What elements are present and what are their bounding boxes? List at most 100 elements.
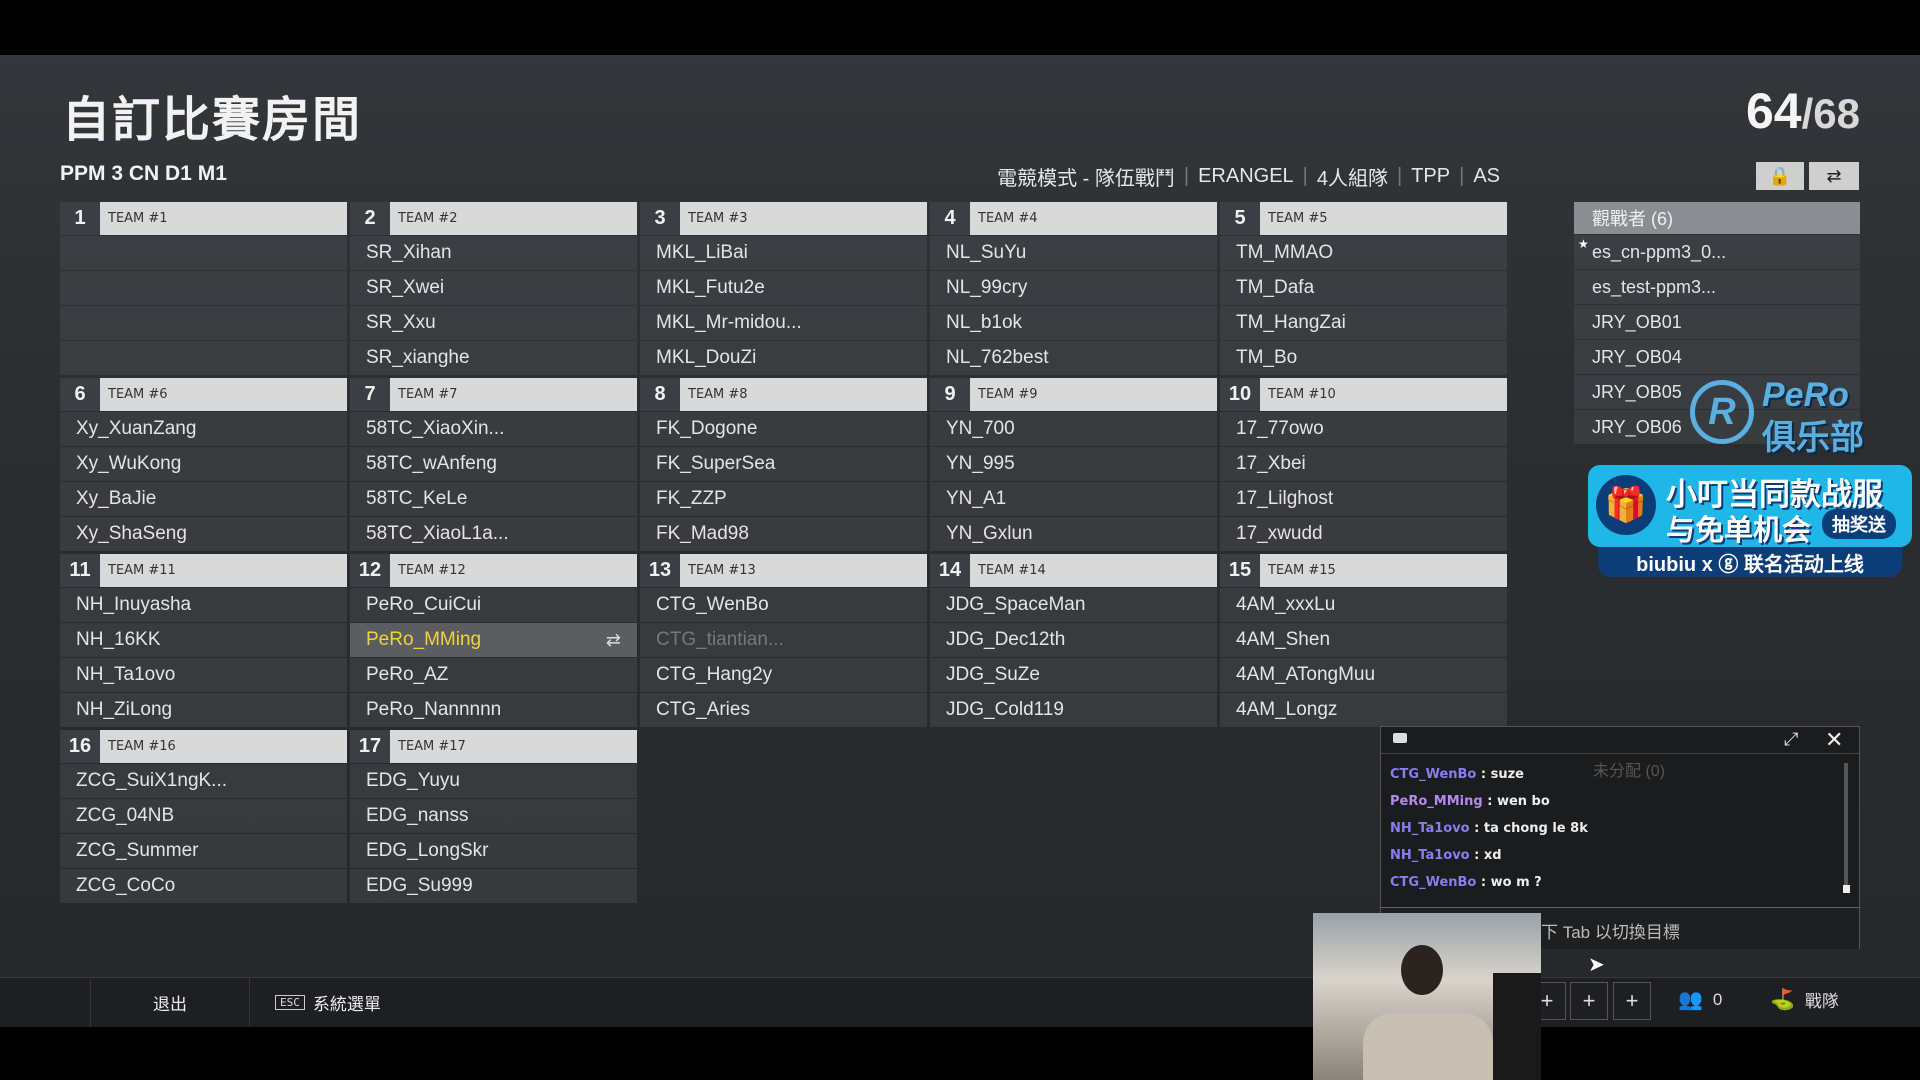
player-slot[interactable]: TM_HangZai — [1220, 306, 1507, 340]
player-slot[interactable]: JDG_SuZe — [930, 658, 1217, 692]
player-slot[interactable]: YN_A1 — [930, 482, 1217, 516]
player-slot[interactable]: 4AM_Longz — [1220, 693, 1507, 727]
team-header[interactable]: 13 TEAM #13 — [640, 554, 927, 587]
player-slot[interactable]: FK_SuperSea — [640, 447, 927, 481]
player-slot[interactable]: ZCG_Summer — [60, 834, 347, 868]
player-slot[interactable]: MKL_DouZi — [640, 341, 927, 375]
player-slot[interactable]: FK_ZZP — [640, 482, 927, 516]
player-slot[interactable]: JDG_SpaceMan — [930, 588, 1217, 622]
player-slot[interactable]: SR_xianghe — [350, 341, 637, 375]
player-slot[interactable]: 58TC_XiaoL1a... — [350, 517, 637, 551]
team-header[interactable]: 8 TEAM #8 — [640, 378, 927, 411]
player-slot[interactable]: Xy_BaJie — [60, 482, 347, 516]
player-slot[interactable]: TM_MMAO — [1220, 236, 1507, 270]
player-slot[interactable]: 17_77owo — [1220, 412, 1507, 446]
exit-button[interactable]: 退出 — [90, 977, 250, 1027]
player-slot[interactable]: CTG_Hang2y — [640, 658, 927, 692]
squad-button[interactable]: ⛳ 戰隊 — [1770, 987, 1839, 1012]
player-slot[interactable]: MKL_Futu2e — [640, 271, 927, 305]
player-slot[interactable]: Xy_XuanZang — [60, 412, 347, 446]
team-header[interactable]: 5 TEAM #5 — [1220, 202, 1507, 235]
player-slot[interactable]: 4AM_Shen — [1220, 623, 1507, 657]
spectator-header[interactable]: 觀戰者 (6) — [1574, 202, 1860, 234]
player-slot[interactable]: CTG_WenBo — [640, 588, 927, 622]
player-slot[interactable]: FK_Mad98 — [640, 517, 927, 551]
player-slot[interactable]: NH_Ta1ovo — [60, 658, 347, 692]
player-slot[interactable]: ZCG_CoCo — [60, 869, 347, 903]
player-slot[interactable]: MKL_LiBai — [640, 236, 927, 270]
player-slot[interactable]: NH_16KK — [60, 623, 347, 657]
team-header[interactable]: 3 TEAM #3 — [640, 202, 927, 235]
player-slot[interactable]: JDG_Dec12th — [930, 623, 1217, 657]
player-slot[interactable]: PeRo_MMing ⇄ — [350, 623, 637, 657]
swap-icon[interactable]: ⇄ — [606, 630, 621, 651]
player-slot[interactable]: NL_SuYu — [930, 236, 1217, 270]
player-slot[interactable]: Xy_WuKong — [60, 447, 347, 481]
player-slot[interactable]: Xy_ShaSeng — [60, 517, 347, 551]
player-slot[interactable]: EDG_Su999 — [350, 869, 637, 903]
player-slot[interactable]: CTG_tiantian... — [640, 623, 927, 657]
team-header[interactable]: 11 TEAM #11 — [60, 554, 347, 587]
player-slot[interactable]: NH_ZiLong — [60, 693, 347, 727]
player-slot[interactable]: PeRo_CuiCui — [350, 588, 637, 622]
invite-slot-button[interactable]: + — [1613, 982, 1651, 1020]
player-slot[interactable]: SR_Xxu — [350, 306, 637, 340]
player-slot[interactable]: 17_xwudd — [1220, 517, 1507, 551]
player-slot[interactable]: 58TC_KeLe — [350, 482, 637, 516]
player-slot[interactable]: NL_b1ok — [930, 306, 1217, 340]
spectator-row[interactable]: JRY_OB04 — [1574, 340, 1860, 374]
player-slot[interactable] — [60, 306, 347, 340]
player-slot[interactable]: 17_Lilghost — [1220, 482, 1507, 516]
player-slot[interactable]: ZCG_SuiX1ngK... — [60, 764, 347, 798]
player-slot[interactable]: TM_Dafa — [1220, 271, 1507, 305]
team-header[interactable]: 7 TEAM #7 — [350, 378, 637, 411]
player-slot[interactable]: FK_Dogone — [640, 412, 927, 446]
team-header[interactable]: 16 TEAM #16 — [60, 730, 347, 763]
player-slot[interactable]: 58TC_wAnfeng — [350, 447, 637, 481]
player-slot[interactable]: MKL_Mr-midou... — [640, 306, 927, 340]
player-slot[interactable]: YN_700 — [930, 412, 1217, 446]
spectator-row[interactable]: es_test-ppm3... — [1574, 270, 1860, 304]
player-slot[interactable]: 58TC_XiaoXin... — [350, 412, 637, 446]
close-icon[interactable]: ✕ — [1825, 727, 1843, 753]
system-menu-button[interactable]: ESC 系統選單 — [275, 977, 415, 1027]
spectator-row[interactable]: JRY_OB01 — [1574, 305, 1860, 339]
team-header[interactable]: 6 TEAM #6 — [60, 378, 347, 411]
player-slot[interactable]: TM_Bo — [1220, 341, 1507, 375]
player-slot[interactable]: 4AM_ATongMuu — [1220, 658, 1507, 692]
player-slot[interactable]: EDG_Yuyu — [350, 764, 637, 798]
chat-scroll-thumb[interactable] — [1843, 885, 1850, 893]
player-slot[interactable]: NL_762best — [930, 341, 1217, 375]
player-slot[interactable]: ZCG_04NB — [60, 799, 347, 833]
team-header[interactable]: 17 TEAM #17 — [350, 730, 637, 763]
player-slot[interactable] — [60, 236, 347, 270]
chat-scrollbar[interactable] — [1844, 763, 1848, 885]
team-header[interactable]: 9 TEAM #9 — [930, 378, 1217, 411]
swap-button[interactable]: ⇄ — [1809, 162, 1859, 190]
player-slot[interactable]: YN_Gxlun — [930, 517, 1217, 551]
team-header[interactable]: 4 TEAM #4 — [930, 202, 1217, 235]
player-slot[interactable]: SR_Xwei — [350, 271, 637, 305]
friends-button[interactable]: 👥 0 — [1678, 987, 1722, 1012]
team-header[interactable]: 2 TEAM #2 — [350, 202, 637, 235]
invite-slot-button[interactable]: + — [1570, 982, 1608, 1020]
player-slot[interactable]: NH_Inuyasha — [60, 588, 347, 622]
expand-icon[interactable]: ⤢ — [1784, 729, 1798, 750]
player-slot[interactable]: 4AM_xxxLu — [1220, 588, 1507, 622]
player-slot[interactable]: CTG_Aries — [640, 693, 927, 727]
player-slot[interactable]: EDG_nanss — [350, 799, 637, 833]
spectator-row[interactable]: ★ es_cn-ppm3_0... — [1574, 235, 1860, 269]
player-slot[interactable]: JDG_Cold119 — [930, 693, 1217, 727]
player-slot[interactable]: NL_99cry — [930, 271, 1217, 305]
player-slot[interactable] — [60, 341, 347, 375]
player-slot[interactable]: EDG_LongSkr — [350, 834, 637, 868]
lock-button[interactable]: 🔒 — [1756, 162, 1804, 190]
player-slot[interactable]: SR_Xihan — [350, 236, 637, 270]
team-header[interactable]: 12 TEAM #12 — [350, 554, 637, 587]
team-header[interactable]: 14 TEAM #14 — [930, 554, 1217, 587]
team-header[interactable]: 1 TEAM #1 — [60, 202, 347, 235]
player-slot[interactable]: 17_Xbei — [1220, 447, 1507, 481]
player-slot[interactable]: YN_995 — [930, 447, 1217, 481]
player-slot[interactable]: PeRo_Nannnnn — [350, 693, 637, 727]
player-slot[interactable]: PeRo_AZ — [350, 658, 637, 692]
